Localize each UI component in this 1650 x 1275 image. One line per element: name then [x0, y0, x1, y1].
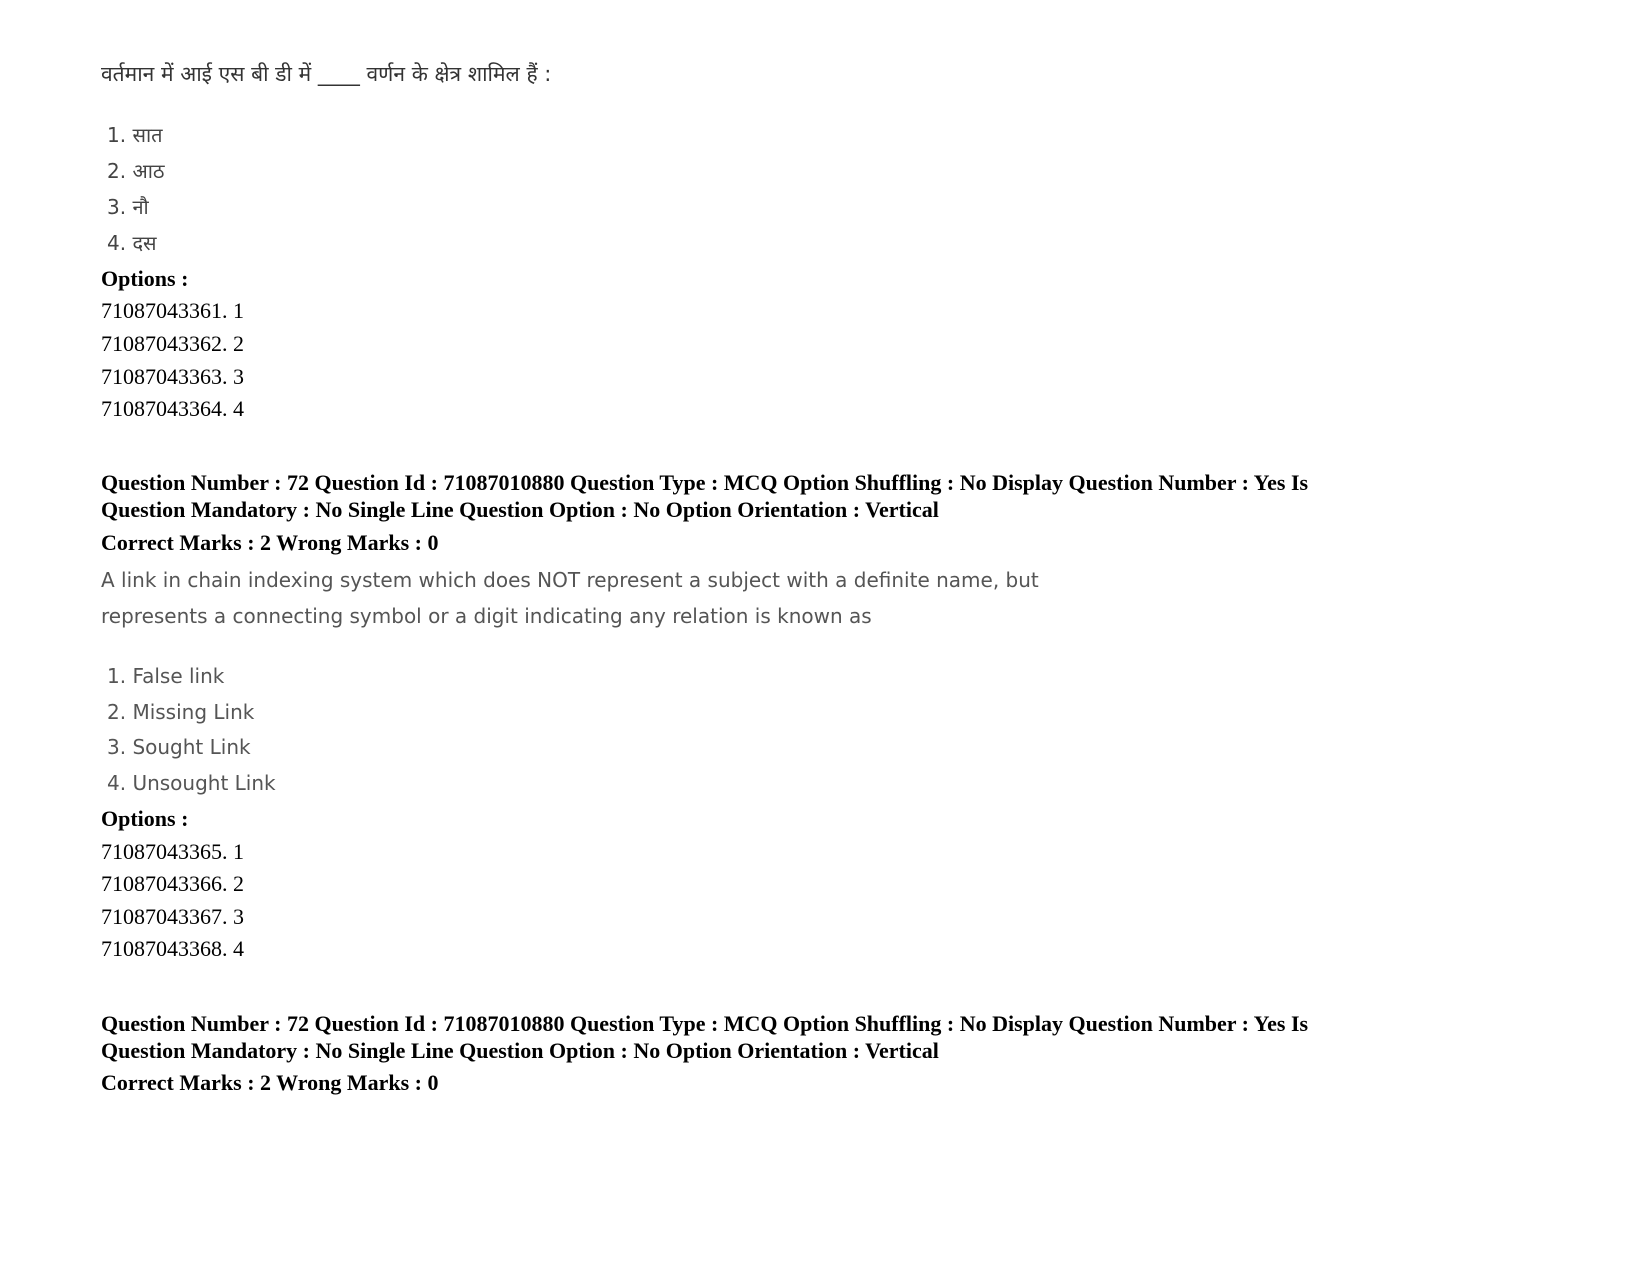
option-id: 71087043363. 3: [101, 364, 244, 389]
choice: 1. False link: [107, 664, 225, 688]
question-text: A link in chain indexing system which do…: [101, 568, 1039, 592]
option-id: 71087043365. 1: [101, 839, 244, 864]
option-id: 71087043361. 1: [101, 298, 244, 323]
choice: 3. नौ: [107, 195, 149, 219]
choice: 1. सात: [107, 123, 163, 147]
option-id: 71087043368. 4: [101, 936, 244, 961]
option-id: 71087043366. 2: [101, 871, 244, 896]
options-label: Options :: [101, 266, 189, 291]
option-id: 71087043362. 2: [101, 331, 244, 356]
options-label: Options :: [101, 806, 189, 831]
choice: 3. Sought Link: [107, 735, 251, 759]
choice: 2. आठ: [107, 159, 165, 183]
option-id: 71087043367. 3: [101, 904, 244, 929]
question-meta: Question Mandatory : No Single Line Ques…: [101, 497, 939, 522]
choice: 2. Missing Link: [107, 700, 255, 724]
marks: Correct Marks : 2 Wrong Marks : 0: [101, 1070, 439, 1095]
question-meta: Question Mandatory : No Single Line Ques…: [101, 1038, 939, 1063]
question-text: represents a connecting symbol or a digi…: [101, 604, 872, 628]
choice: 4. Unsought Link: [107, 771, 276, 795]
question-meta: Question Number : 72 Question Id : 71087…: [101, 470, 1309, 495]
marks: Correct Marks : 2 Wrong Marks : 0: [101, 530, 439, 555]
choice: 4. दस: [107, 231, 157, 255]
option-id: 71087043364. 4: [101, 396, 244, 421]
question-meta: Question Number : 72 Question Id : 71087…: [101, 1011, 1309, 1036]
question-text: वर्तमान में आई एस बी डी में ____ वर्णन क…: [101, 62, 552, 86]
